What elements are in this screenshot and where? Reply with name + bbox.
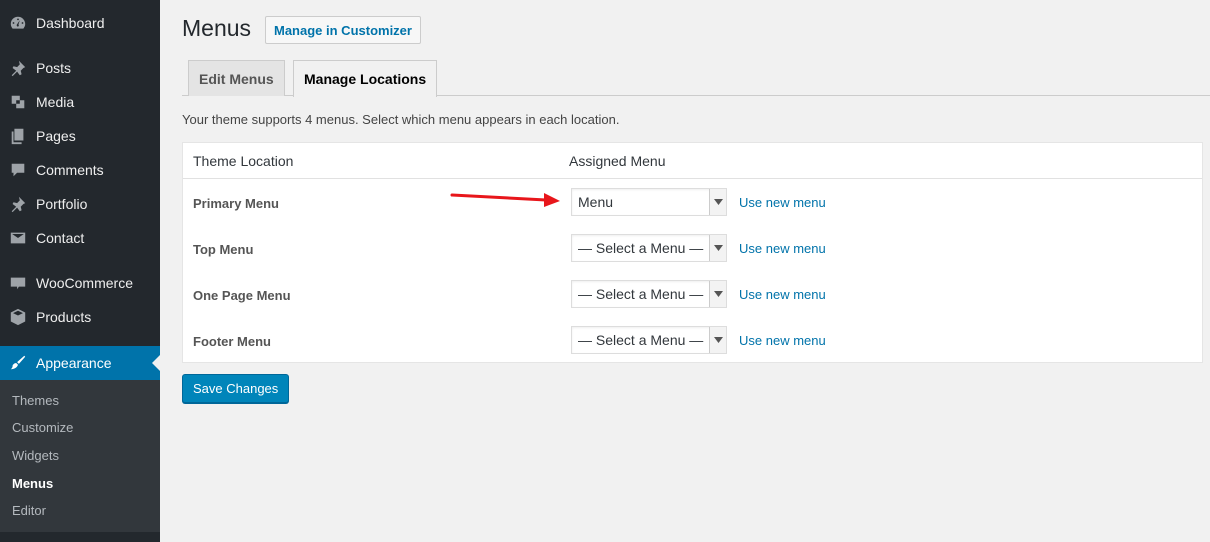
envelope-icon <box>0 229 36 247</box>
sidebar-item-posts[interactable]: Posts <box>0 51 160 85</box>
pin-icon <box>0 195 36 213</box>
sidebar-item-pages[interactable]: Pages <box>0 119 160 153</box>
select-value: Menu <box>578 194 614 210</box>
sidebar-item-label: Contact <box>36 230 85 246</box>
menu-select-one-page[interactable]: — Select a Menu — <box>571 280 727 308</box>
box-icon <box>0 308 36 326</box>
table-header: Theme Location Assigned Menu <box>183 143 1202 179</box>
comments-icon <box>0 161 36 179</box>
location-label-one-page: One Page Menu <box>193 288 291 303</box>
save-changes-button[interactable]: Save Changes <box>182 374 290 403</box>
tab-edit-menus[interactable]: Edit Menus <box>188 60 285 96</box>
admin-sidebar: Dashboard Posts Media Pages Comments Por… <box>0 0 160 542</box>
page-title: Menus <box>182 15 252 41</box>
menu-select-footer[interactable]: — Select a Menu — <box>571 326 727 354</box>
locations-table: Theme Location Assigned Menu Primary Men… <box>182 142 1203 363</box>
use-new-menu-link[interactable]: Use new menu <box>739 333 826 348</box>
menu-select-primary[interactable]: Menu <box>571 188 727 216</box>
intro-text: Your theme supports 4 menus. Select whic… <box>182 112 620 127</box>
paintbrush-icon <box>0 354 36 372</box>
chevron-down-icon <box>709 235 726 261</box>
sidebar-item-label: Posts <box>36 60 72 76</box>
location-label-primary: Primary Menu <box>193 196 279 211</box>
submenu-item-themes[interactable]: Themes <box>12 393 59 408</box>
submenu-item-menus[interactable]: Menus <box>12 476 53 491</box>
column-header-menu: Assigned Menu <box>569 153 666 169</box>
sidebar-item-label: WooCommerce <box>36 275 133 291</box>
sidebar-item-label: Appearance <box>36 355 112 371</box>
location-label-footer: Footer Menu <box>193 334 271 349</box>
manage-in-customizer-button[interactable]: Manage in Customizer <box>265 16 421 44</box>
sidebar-item-comments[interactable]: Comments <box>0 153 160 187</box>
sidebar-item-appearance[interactable]: Appearance <box>0 346 160 380</box>
column-header-location: Theme Location <box>193 153 294 169</box>
use-new-menu-link[interactable]: Use new menu <box>739 241 826 256</box>
media-icon <box>0 93 36 111</box>
menu-select-top[interactable]: — Select a Menu — <box>571 234 727 262</box>
dashboard-icon <box>0 14 36 32</box>
location-label-top: Top Menu <box>193 242 254 257</box>
current-indicator <box>152 355 160 371</box>
sidebar-item-dashboard[interactable]: Dashboard <box>0 6 160 40</box>
sidebar-item-label: Dashboard <box>36 15 105 31</box>
sidebar-item-media[interactable]: Media <box>0 85 160 119</box>
sidebar-item-portfolio[interactable]: Portfolio <box>0 187 160 221</box>
pages-icon <box>0 127 36 145</box>
chevron-down-icon <box>709 189 726 215</box>
sidebar-item-products[interactable]: Products <box>0 300 160 334</box>
red-arrow-annotation <box>450 193 560 207</box>
chevron-down-icon <box>709 327 726 353</box>
select-value: — Select a Menu — <box>578 240 704 256</box>
appearance-submenu: Themes Customize Widgets Menus Editor <box>0 380 160 532</box>
main-content: Menus Manage in Customizer Edit Menus Ma… <box>160 0 1210 542</box>
sidebar-item-label: Products <box>36 309 92 325</box>
use-new-menu-link[interactable]: Use new menu <box>739 195 826 210</box>
use-new-menu-link[interactable]: Use new menu <box>739 287 826 302</box>
chevron-down-icon <box>709 281 726 307</box>
select-value: — Select a Menu — <box>578 332 704 348</box>
sidebar-item-label: Media <box>36 94 75 110</box>
tab-manage-locations[interactable]: Manage Locations <box>293 60 438 97</box>
sidebar-item-contact[interactable]: Contact <box>0 221 160 255</box>
submenu-item-widgets[interactable]: Widgets <box>12 448 59 463</box>
submenu-item-editor[interactable]: Editor <box>12 503 46 518</box>
sidebar-item-label: Comments <box>36 162 104 178</box>
sidebar-item-label: Portfolio <box>36 196 88 212</box>
submenu-item-customize[interactable]: Customize <box>12 420 73 435</box>
sidebar-item-label: Pages <box>36 128 76 144</box>
select-value: — Select a Menu — <box>578 286 704 302</box>
woocommerce-icon <box>0 274 36 292</box>
sidebar-item-woocommerce[interactable]: WooCommerce <box>0 266 160 300</box>
pin-icon <box>0 59 36 77</box>
